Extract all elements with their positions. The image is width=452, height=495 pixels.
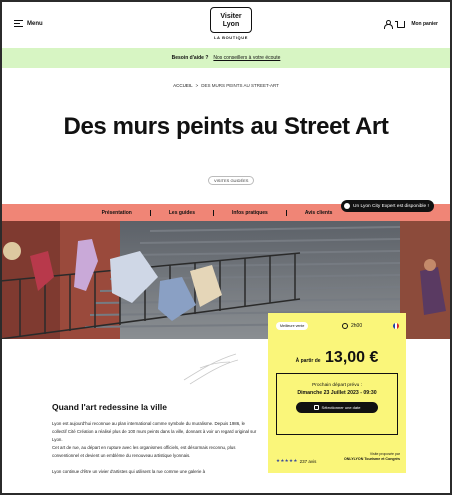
clock-icon	[342, 323, 348, 329]
review-count: 237 avis	[299, 458, 317, 464]
logo-box: Visiter Lyon	[210, 7, 252, 33]
decorative-scribble	[183, 353, 239, 385]
cart-icon[interactable]	[395, 20, 406, 28]
logo-line-2: Lyon	[222, 21, 240, 28]
tab-reviews[interactable]: Avis clients	[287, 210, 351, 216]
paragraph-1-text: Lyon est aujourd'hui reconnue au plan in…	[52, 421, 257, 442]
paragraph-2-text: Cet art de rue, au départ en rupture ave…	[52, 445, 236, 458]
next-departure-label: Prochain départ prévu :	[312, 383, 362, 388]
header-actions: Mon panier	[384, 20, 438, 29]
description-section: Quand l'art redessine la ville Lyon est …	[52, 402, 260, 476]
booking-card: Meilleure vente 2h00 À partir de 13,00 €…	[268, 313, 406, 473]
tab-guides[interactable]: Les guides	[151, 209, 214, 216]
price-prefix: À partir de	[295, 358, 321, 364]
calendar-icon	[313, 405, 319, 410]
duration: 2h00	[342, 323, 362, 329]
expert-chat-button[interactable]: Un Lyon City Expert est disponible !	[341, 200, 434, 212]
category-tag[interactable]: VISITES GUIDÉES	[208, 176, 255, 185]
cart-label[interactable]: Mon panier	[411, 21, 438, 27]
paragraph-3: Lyon continue d'être un vivier d'artiste…	[52, 469, 206, 474]
user-icon[interactable]	[384, 20, 394, 29]
chat-avatar-icon	[344, 203, 350, 209]
select-date-button[interactable]: Sélectionner une date	[296, 402, 378, 413]
page-title: Des murs peints au Street Art	[63, 113, 389, 140]
site-header: Menu Visiter Lyon LA BOUTIQUE Mon panier	[0, 0, 452, 48]
next-departure-box: Prochain départ prévu : Dimanche 23 Juil…	[276, 373, 398, 435]
breadcrumb-current: DES MURS PEINTS AU STREET-ART	[201, 83, 279, 88]
review-rating[interactable]: ★★★★★ 237 avis	[276, 458, 316, 464]
breadcrumb: ACCUEIL > DES MURS PEINTS AU STREET-ART	[0, 83, 452, 88]
select-date-label: Sélectionner une date	[321, 405, 361, 410]
logo-line-1: Visiter	[220, 13, 242, 20]
provider-name: ONLYLYON Tourisme et Congrès	[344, 456, 400, 461]
help-bar: Besoin d'aide ? Nos conseillers à votre …	[0, 48, 452, 68]
price: À partir de 13,00 €	[268, 349, 406, 367]
expert-label: Un Lyon City Expert est disponible !	[353, 203, 429, 209]
provider: Visite proposée par ONLYLYON Tourisme et…	[344, 452, 400, 461]
bestseller-badge: Meilleure vente	[276, 322, 309, 330]
next-departure-date: Dimanche 23 Juillet 2023 - 09:30	[297, 390, 377, 396]
price-amount: 13,00 €	[325, 349, 379, 366]
paragraph-1: Lyon est aujourd'hui reconnue au plan in…	[52, 420, 260, 460]
tab-presentation[interactable]: Présentation	[102, 209, 151, 216]
menu-label: Menu	[27, 20, 43, 27]
breadcrumb-separator: >	[195, 83, 199, 88]
section-heading: Quand l'art redessine la ville	[52, 402, 167, 412]
help-link[interactable]: Nos conseillers à votre écoute	[213, 55, 280, 61]
hamburger-icon	[14, 20, 23, 27]
help-question: Besoin d'aide ?	[171, 55, 209, 61]
star-icons: ★★★★★	[276, 458, 298, 463]
duration-value: 2h00	[351, 323, 363, 329]
site-logo[interactable]: Visiter Lyon LA BOUTIQUE	[210, 7, 252, 43]
breadcrumb-home[interactable]: ACCUEIL	[173, 83, 193, 88]
tab-practical-info[interactable]: Infos pratiques	[214, 209, 287, 216]
logo-subtitle: LA BOUTIQUE	[213, 35, 248, 40]
french-flag-icon	[393, 323, 399, 329]
menu-button[interactable]: Menu	[14, 20, 43, 27]
